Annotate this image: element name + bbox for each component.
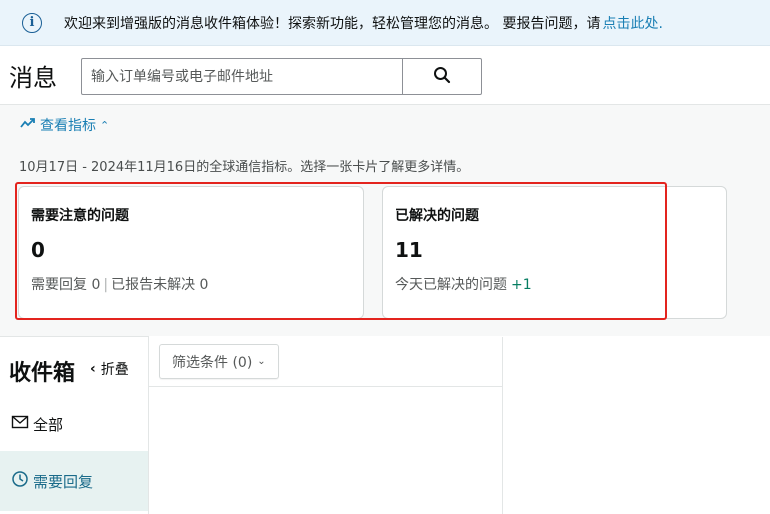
chevron-down-icon: ⌄ — [257, 356, 266, 367]
nav-item-label: 需要回复 — [33, 472, 94, 491]
chevron-left-icon: ‹ — [90, 361, 96, 377]
info-banner: i 欢迎来到增强版的消息收件箱体验！探索新功能，轻松管理您的消息。 要报告问题，… — [0, 0, 770, 46]
resolved-issues-card[interactable]: 已解决的问题 11 今天已解决的问题 +1 — [382, 186, 727, 319]
card-subtext: 需要回复 0 | 已报告未解决 0 — [31, 274, 351, 294]
collapse-button[interactable]: ‹ 折叠 — [90, 359, 129, 379]
page-header: 消息 — [0, 46, 770, 104]
resolved-today-label: 今天已解决的问题 — [395, 277, 507, 293]
collapse-label: 折叠 — [100, 362, 129, 378]
reported-unresolved-count: 已报告未解决 0 — [111, 277, 209, 293]
mail-icon — [11, 415, 33, 433]
report-issue-link[interactable]: 点击此处. — [602, 13, 662, 33]
card-title: 需要注意的问题 — [31, 208, 129, 224]
card-value: 11 — [395, 238, 423, 262]
banner-text: 欢迎来到增强版的消息收件箱体验！探索新功能，轻松管理您的消息。 要报告问题，请 — [64, 15, 601, 32]
inbox-title: 收件箱 — [9, 361, 76, 386]
divider: | — [103, 277, 109, 293]
message-list-panel: 筛选条件 (0) ⌄ — [149, 337, 503, 514]
nav-item-needs-reply[interactable]: 需要回复 — [0, 451, 148, 511]
card-subtext: 今天已解决的问题 +1 — [395, 274, 714, 294]
metrics-panel: 查看指标 ⌃ 10月17日 - 2024年11月16日的全球通信指标。选择一张卡… — [0, 104, 770, 336]
metrics-range-text: 10月17日 - 2024年11月16日的全球通信指标。选择一张卡片了解更多详情… — [19, 160, 470, 175]
chevron-up-icon: ⌃ — [100, 118, 110, 132]
clock-icon — [11, 470, 33, 492]
card-title: 已解决的问题 — [395, 208, 479, 224]
search-box — [81, 58, 482, 95]
view-metrics-toggle[interactable]: 查看指标 ⌃ — [20, 115, 109, 135]
filter-label: 筛选条件 (0) — [172, 354, 253, 371]
view-metrics-label: 查看指标 — [40, 118, 96, 134]
page-title: 消息 — [9, 63, 57, 92]
resolved-today-delta: +1 — [511, 277, 532, 293]
card-value: 0 — [31, 238, 45, 262]
filter-button[interactable]: 筛选条件 (0) ⌄ — [159, 344, 279, 379]
info-icon: i — [22, 12, 42, 33]
filter-bar: 筛选条件 (0) ⌄ — [149, 337, 503, 387]
issues-need-attention-card[interactable]: 需要注意的问题 0 需要回复 0 | 已报告未解决 0 — [18, 186, 364, 319]
nav-item-all[interactable]: 全部 — [0, 409, 148, 439]
nav-item-label: 全部 — [33, 415, 64, 434]
search-button[interactable] — [402, 59, 481, 94]
needs-reply-count: 需要回复 0 — [31, 277, 101, 293]
search-icon — [433, 66, 451, 88]
inbox-sidebar: 收件箱 ‹ 折叠 全部 需要回复 — [0, 336, 149, 514]
search-input[interactable] — [82, 59, 402, 94]
trending-icon — [20, 117, 40, 133]
